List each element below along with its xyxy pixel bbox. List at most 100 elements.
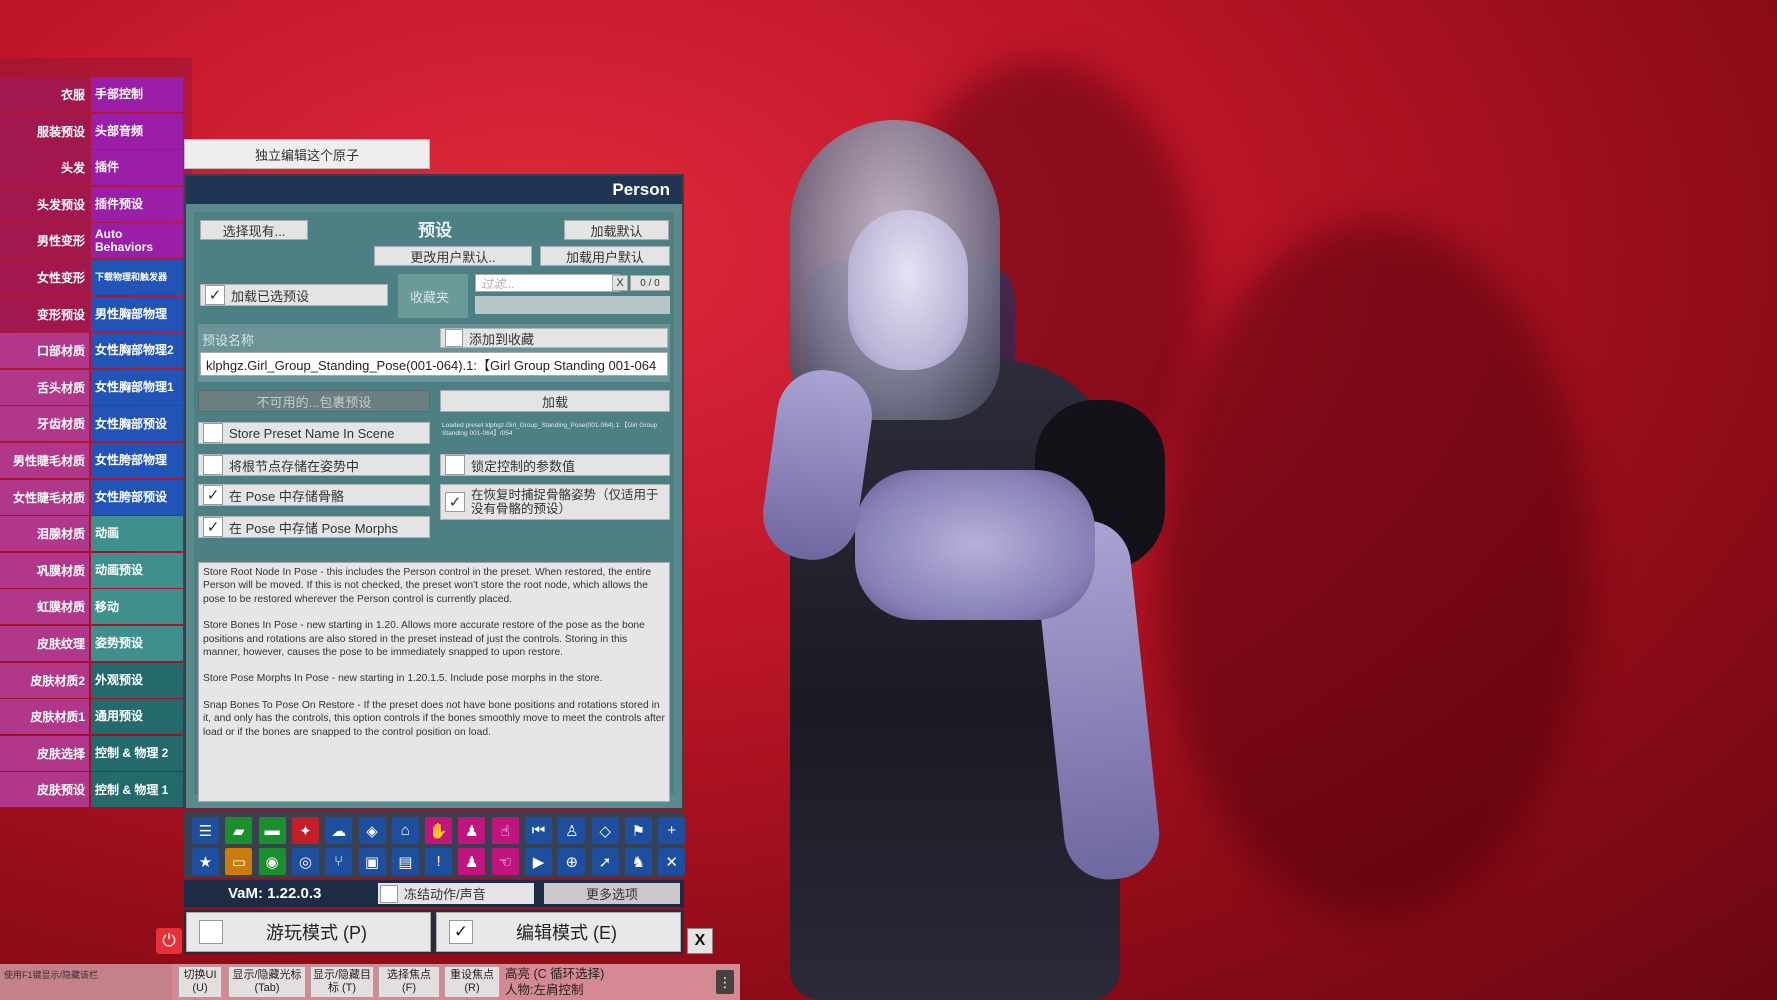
plus-icon[interactable]: +: [658, 817, 686, 844]
tab-right[interactable]: 通用预设: [91, 699, 183, 735]
choose-existing-button[interactable]: 选择现有...: [200, 220, 308, 240]
freeze-toggle[interactable]: 冻结动作/声音: [378, 883, 534, 904]
person-add-icon[interactable]: ♟: [458, 817, 486, 844]
tab-left[interactable]: 巩膜材质: [0, 552, 89, 588]
close-button[interactable]: X: [687, 928, 713, 954]
star-icon[interactable]: ★: [192, 848, 219, 875]
edit-mode-button[interactable]: ✓ 编辑模式 (E): [436, 912, 681, 952]
tab-right[interactable]: 下载物理和触发器: [91, 260, 183, 295]
add-to-favorites-toggle[interactable]: 添加到收藏: [440, 328, 668, 348]
tab-right[interactable]: 插件: [91, 150, 183, 186]
play-mode-button[interactable]: 游玩模式 (P): [186, 912, 431, 952]
select-focus-button[interactable]: 选择焦点 (F): [378, 966, 440, 998]
tab-left[interactable]: 头发: [0, 150, 89, 186]
tab-right[interactable]: 控制 & 物理 2: [91, 735, 183, 771]
store-bones-toggle[interactable]: ✓ 在 Pose 中存储骨骼: [198, 484, 430, 506]
solo-edit-button[interactable]: 独立编辑这个原子: [184, 139, 430, 169]
tools-icon[interactable]: ✕: [658, 848, 686, 875]
person-settings-icon[interactable]: ♟: [458, 848, 486, 875]
tab-left[interactable]: 牙齿材质: [0, 406, 89, 442]
tab-right[interactable]: 女性胸部预设: [91, 406, 183, 442]
tab-left[interactable]: 皮肤材质2: [0, 662, 89, 698]
tab-right[interactable]: 动画: [91, 516, 183, 552]
store-preset-name-toggle[interactable]: Store Preset Name In Scene: [198, 422, 430, 444]
tab-right[interactable]: 控制 & 物理 1: [91, 772, 183, 808]
menu-icon[interactable]: ☰: [192, 817, 219, 844]
tab-right[interactable]: 女性胯部预设: [91, 479, 183, 515]
cloud-icon[interactable]: ☁: [325, 817, 353, 844]
favorites-dropdown[interactable]: [475, 296, 670, 314]
tab-left[interactable]: 变形预设: [0, 296, 89, 332]
teleport-icon[interactable]: ✦: [291, 817, 319, 844]
skip-back-icon[interactable]: ⏮: [525, 817, 552, 844]
tab-left[interactable]: 皮肤材质1: [0, 699, 89, 735]
filter-input[interactable]: 过滤...: [475, 274, 620, 292]
power-icon[interactable]: ⏻: [156, 928, 182, 954]
alert-icon[interactable]: !: [425, 848, 453, 875]
load-button[interactable]: 加载: [440, 390, 670, 412]
inbox-icon[interactable]: ⌂: [391, 817, 419, 844]
screenshot-icon[interactable]: ◉: [258, 848, 286, 875]
folder-icon[interactable]: ▬: [258, 817, 286, 844]
tab-left[interactable]: 舌头材质: [0, 369, 89, 405]
more-options-button[interactable]: 更多选项: [544, 883, 680, 904]
play-icon[interactable]: ▶: [525, 848, 552, 875]
toggle-target-button[interactable]: 显示/隐藏目 标 (T): [310, 966, 374, 998]
tab-left[interactable]: 皮肤选择: [0, 735, 89, 771]
tab-right[interactable]: 女性胸部物理1: [91, 369, 183, 405]
load-default-button[interactable]: 加载默认: [564, 220, 669, 240]
tab-left[interactable]: 皮肤预设: [0, 772, 89, 808]
document-icon[interactable]: ▤: [391, 848, 419, 875]
tab-left[interactable]: 口部材质: [0, 333, 89, 369]
tab-right[interactable]: 头部音频: [91, 113, 183, 149]
tab-right[interactable]: 动画预设: [91, 552, 183, 588]
toggle-cursor-button[interactable]: 显示/隐藏光标 (Tab): [228, 966, 306, 998]
reset-focus-button[interactable]: 重设焦点 (R): [444, 966, 500, 998]
preset-name-field[interactable]: klphgz.Girl_Group_Standing_Pose(001-064)…: [200, 352, 668, 376]
unity-icon[interactable]: ◇: [591, 817, 619, 844]
people-icon[interactable]: ♞: [624, 848, 652, 875]
more-menu-icon[interactable]: ⋮: [716, 970, 734, 994]
change-user-default-button[interactable]: 更改用户默认..: [374, 246, 532, 266]
flag-icon[interactable]: ⚑: [624, 817, 652, 844]
open-folder-icon[interactable]: ▭: [225, 848, 253, 875]
branch-icon[interactable]: ⑂: [325, 848, 353, 875]
cursor-icon[interactable]: ➚: [591, 848, 619, 875]
toggle-ui-button[interactable]: 切换UI (U): [178, 966, 222, 998]
tab-right[interactable]: 外观预设: [91, 662, 183, 698]
store-root-node-toggle[interactable]: 将根节点存储在姿势中: [198, 454, 430, 476]
grab-hand-icon[interactable]: ☜: [491, 848, 519, 875]
person-icon[interactable]: ♙: [558, 817, 586, 844]
tab-right[interactable]: 姿势预设: [91, 626, 183, 661]
tab-right[interactable]: 手部控制: [91, 77, 183, 112]
tab-left[interactable]: 男性变形: [0, 223, 89, 259]
open-scene-icon[interactable]: ▰: [225, 817, 253, 844]
target-icon[interactable]: ⊕: [558, 848, 586, 875]
tab-right[interactable]: Auto Behaviors: [91, 223, 183, 259]
tab-right[interactable]: 移动: [91, 589, 183, 625]
package-icon[interactable]: ◈: [358, 817, 386, 844]
tab-left[interactable]: 男性睫毛材质: [0, 443, 89, 478]
load-selected-preset-toggle[interactable]: ✓ 加载已选预设: [200, 284, 388, 306]
tab-left[interactable]: 皮肤纹理: [0, 626, 89, 661]
tab-left[interactable]: 女性睫毛材质: [0, 479, 89, 515]
lock-controlled-toggle[interactable]: 锁定控制的参数值: [440, 454, 670, 476]
hand-icon[interactable]: ✋: [425, 817, 453, 844]
store-pose-morphs-toggle[interactable]: ✓ 在 Pose 中存储 Pose Morphs: [198, 516, 430, 538]
tab-right[interactable]: 插件预设: [91, 186, 183, 222]
tab-left[interactable]: 虹膜材质: [0, 589, 89, 625]
tab-right[interactable]: 女性胸部物理2: [91, 333, 183, 369]
box-icon[interactable]: ▣: [358, 848, 386, 875]
pointer-hand-icon[interactable]: ☝: [491, 817, 519, 844]
camera-icon[interactable]: ◎: [291, 848, 319, 875]
capture-bones-toggle[interactable]: ✓ 在恢复时捕捉骨骼姿势（仅适用于没有骨骼的预设）: [440, 484, 670, 520]
tab-left[interactable]: 女性变形: [0, 260, 89, 295]
tab-left[interactable]: 服装预设: [0, 113, 89, 149]
filter-clear-button[interactable]: X: [612, 275, 628, 291]
tab-left[interactable]: 泪腺材质: [0, 516, 89, 552]
tab-left[interactable]: 头发预设: [0, 186, 89, 222]
tab-left[interactable]: 衣服: [0, 77, 89, 112]
load-user-default-button[interactable]: 加载用户默认: [540, 246, 670, 266]
tab-right[interactable]: 男性胸部物理: [91, 296, 183, 332]
tab-right[interactable]: 女性胯部物理: [91, 443, 183, 478]
